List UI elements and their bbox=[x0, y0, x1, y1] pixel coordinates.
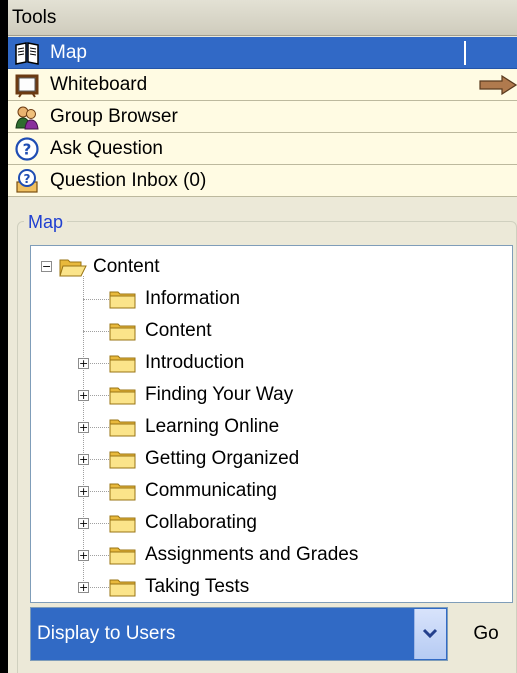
tree-node-label: Information bbox=[145, 288, 241, 309]
tree-node[interactable]: + Finding Your Way bbox=[31, 380, 501, 410]
folder-icon bbox=[109, 323, 136, 341]
tree-node-label: Finding Your Way bbox=[145, 384, 294, 405]
whiteboard-icon bbox=[15, 74, 39, 98]
question-inbox-icon: ? bbox=[16, 169, 38, 193]
left-border bbox=[0, 0, 8, 673]
tree-node-label: Collaborating bbox=[145, 512, 257, 533]
folder-open-icon bbox=[59, 259, 87, 277]
expand-icon[interactable]: + bbox=[78, 518, 89, 529]
display-select[interactable]: Display to Users bbox=[30, 607, 448, 661]
tools-panel: Tools Map Whiteboard Group Browser ? Ask… bbox=[0, 0, 517, 673]
tool-question-inbox[interactable]: ? Question Inbox (0) bbox=[8, 165, 517, 197]
svg-text:?: ? bbox=[24, 172, 31, 186]
chevron-down-icon bbox=[422, 628, 438, 639]
tree-node[interactable]: + Collaborating bbox=[31, 508, 501, 538]
arrow-right-icon bbox=[479, 75, 517, 95]
tree-node-label: Content bbox=[93, 256, 160, 277]
folder-icon bbox=[109, 547, 136, 565]
expand-icon[interactable]: + bbox=[78, 422, 89, 433]
tool-ask-question[interactable]: ? Ask Question bbox=[8, 133, 517, 165]
tool-map[interactable]: Map bbox=[8, 37, 517, 69]
tree-node-root[interactable]: − Content bbox=[37, 252, 337, 282]
display-select-value: Display to Users bbox=[37, 623, 176, 644]
folder-icon bbox=[109, 451, 136, 469]
tool-ask-question-label: Ask Question bbox=[50, 138, 163, 159]
folder-icon bbox=[109, 355, 136, 373]
folder-icon bbox=[109, 291, 136, 309]
book-icon bbox=[15, 42, 39, 65]
tool-whiteboard[interactable]: Whiteboard bbox=[8, 69, 517, 101]
tree-node[interactable]: + Getting Organized bbox=[31, 444, 501, 474]
tool-group-browser[interactable]: Group Browser bbox=[8, 101, 517, 133]
expand-icon[interactable]: + bbox=[78, 486, 89, 497]
tool-group-browser-label: Group Browser bbox=[50, 106, 178, 127]
go-button[interactable]: Go bbox=[460, 607, 512, 661]
divider bbox=[464, 41, 466, 65]
folder-icon bbox=[109, 419, 136, 437]
map-tree[interactable]: − Content Information Content + Introductio… bbox=[30, 245, 513, 603]
tool-whiteboard-label: Whiteboard bbox=[50, 74, 148, 95]
tree-node[interactable]: Information bbox=[31, 284, 501, 314]
dropdown-arrow-button[interactable] bbox=[414, 609, 446, 659]
expand-icon[interactable]: + bbox=[78, 390, 89, 401]
folder-icon bbox=[109, 515, 136, 533]
group-icon bbox=[15, 106, 39, 130]
tools-header: Tools bbox=[8, 0, 517, 36]
tree-node[interactable]: + Communicating bbox=[31, 476, 501, 506]
collapse-icon[interactable]: − bbox=[41, 261, 52, 272]
map-legend: Map bbox=[24, 210, 68, 234]
folder-icon bbox=[109, 579, 136, 597]
tree-node-label: Assignments and Grades bbox=[145, 544, 359, 565]
expand-icon[interactable]: + bbox=[78, 454, 89, 465]
folder-icon bbox=[109, 483, 136, 501]
tree-node-label: Learning Online bbox=[145, 416, 280, 437]
tree-node-label: Introduction bbox=[145, 352, 245, 373]
expand-icon[interactable]: + bbox=[78, 358, 89, 369]
expand-icon[interactable]: + bbox=[78, 550, 89, 561]
tree-node[interactable]: Content bbox=[31, 316, 501, 346]
svg-text:?: ? bbox=[23, 141, 32, 159]
folder-icon bbox=[109, 387, 136, 405]
tree-node[interactable]: + Introduction bbox=[31, 348, 501, 378]
tool-map-label: Map bbox=[50, 42, 87, 63]
tree-node-label: Getting Organized bbox=[145, 448, 300, 469]
tree-node-label: Communicating bbox=[145, 480, 277, 501]
expand-icon[interactable]: + bbox=[78, 582, 89, 593]
tool-question-inbox-label: Question Inbox (0) bbox=[50, 170, 207, 191]
tree-node-label: Taking Tests bbox=[145, 576, 250, 597]
tree-node[interactable]: + Assignments and Grades bbox=[31, 540, 501, 570]
tree-node-label: Content bbox=[145, 320, 212, 341]
question-icon: ? bbox=[15, 137, 39, 161]
tree-node[interactable]: + Taking Tests bbox=[31, 572, 501, 602]
tree-node[interactable]: + Learning Online bbox=[31, 412, 501, 442]
